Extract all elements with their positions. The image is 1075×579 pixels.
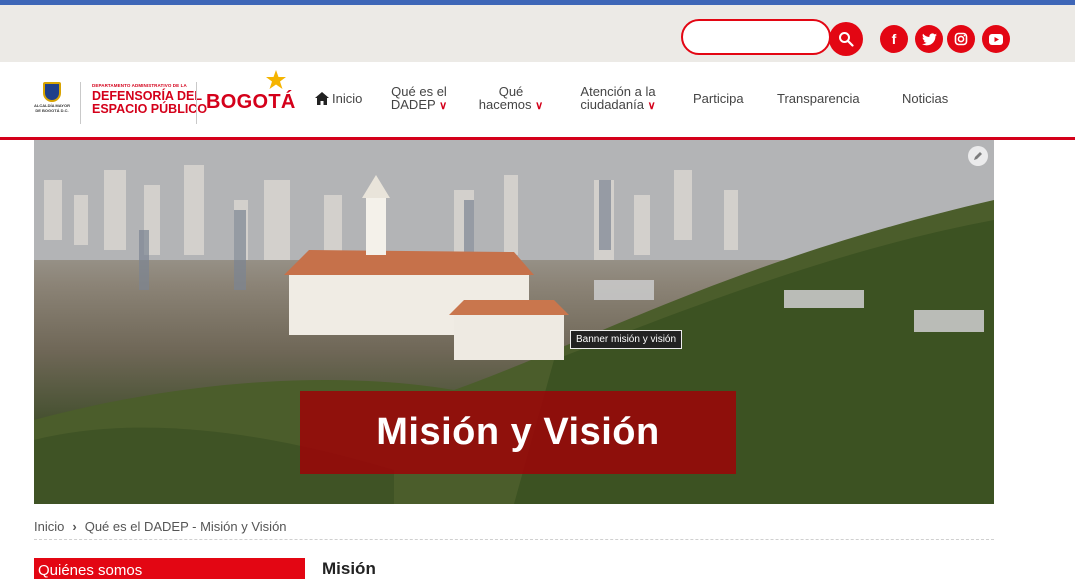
home-icon [315, 92, 329, 105]
instagram-icon[interactable] [947, 25, 975, 53]
nav-atencion-ciudadania[interactable]: Atención a la ciudadanía ∨ [574, 85, 662, 113]
dadep-logo[interactable]: DEFENSORÍA DEL ESPACIO PÚBLICO [92, 90, 207, 115]
nav-que-es-dadep[interactable]: Qué es el DADEP ∨ [389, 85, 449, 113]
logo-divider [196, 82, 197, 124]
sidebar-heading[interactable]: Quiénes somos [34, 558, 305, 579]
breadcrumb-home[interactable]: Inicio [34, 519, 64, 534]
nav-atencion-line2: ciudadanía [580, 97, 644, 112]
chevron-down-icon: ∨ [535, 100, 544, 112]
nav-inicio[interactable]: Inicio [315, 92, 362, 105]
top-utility-bar: f [0, 0, 1075, 62]
content-title: Misión [322, 559, 376, 578]
nav-transparencia[interactable]: Transparencia [777, 92, 860, 105]
nav-inicio-label: Inicio [332, 91, 363, 106]
shield-icon [43, 82, 61, 102]
chevron-right-icon: › [72, 519, 77, 534]
alcaldia-text: ALCALDÍA MAYOR DE BOGOTÁ D.C. [34, 103, 70, 113]
alcaldia-logo[interactable]: ALCALDÍA MAYOR DE BOGOTÁ D.C. [34, 82, 70, 124]
facebook-icon[interactable]: f [880, 25, 908, 53]
breadcrumb: Inicio › Qué es el DADEP - Misión y Visión [34, 519, 994, 540]
banner-title: Misión y Visión [376, 411, 660, 453]
twitter-icon[interactable] [915, 25, 943, 53]
nav-que-es-line2: DADEP [390, 97, 436, 112]
dadep-department-text: DEPARTAMENTO ADMINISTRATIVO DE LA [92, 83, 187, 88]
main-header: ALCALDÍA MAYOR DE BOGOTÁ D.C. DEPARTAMEN… [0, 62, 1075, 140]
star-icon [266, 70, 286, 89]
logo-divider [80, 82, 81, 124]
banner-title-box: Misión y Visión [300, 391, 736, 474]
chevron-down-icon: ∨ [439, 100, 448, 112]
chevron-down-icon: ∨ [647, 100, 656, 112]
nav-noticias[interactable]: Noticias [902, 92, 948, 105]
dadep-line2: ESPACIO PÚBLICO [92, 101, 208, 116]
bogota-logo[interactable]: BOGOTÁ [206, 91, 296, 114]
nav-que-hacemos[interactable]: Qué hacemos ∨ [474, 85, 548, 113]
edit-banner-button[interactable] [968, 146, 988, 166]
search-button[interactable] [829, 22, 863, 56]
youtube-icon[interactable] [982, 25, 1010, 53]
banner-tooltip: Banner misión y visión [570, 330, 683, 349]
hero-banner: Banner misión y visión Misión y Visión [34, 140, 994, 504]
dadep-line1: DEFENSORÍA DEL [92, 89, 202, 103]
nav-que-hacemos-line2: hacemos [478, 97, 532, 112]
search-input[interactable] [681, 19, 831, 55]
search-icon [839, 32, 854, 47]
nav-participa[interactable]: Participa [693, 92, 744, 105]
breadcrumb-current: Qué es el DADEP - Misión y Visión [84, 519, 287, 534]
pencil-icon [974, 152, 982, 160]
